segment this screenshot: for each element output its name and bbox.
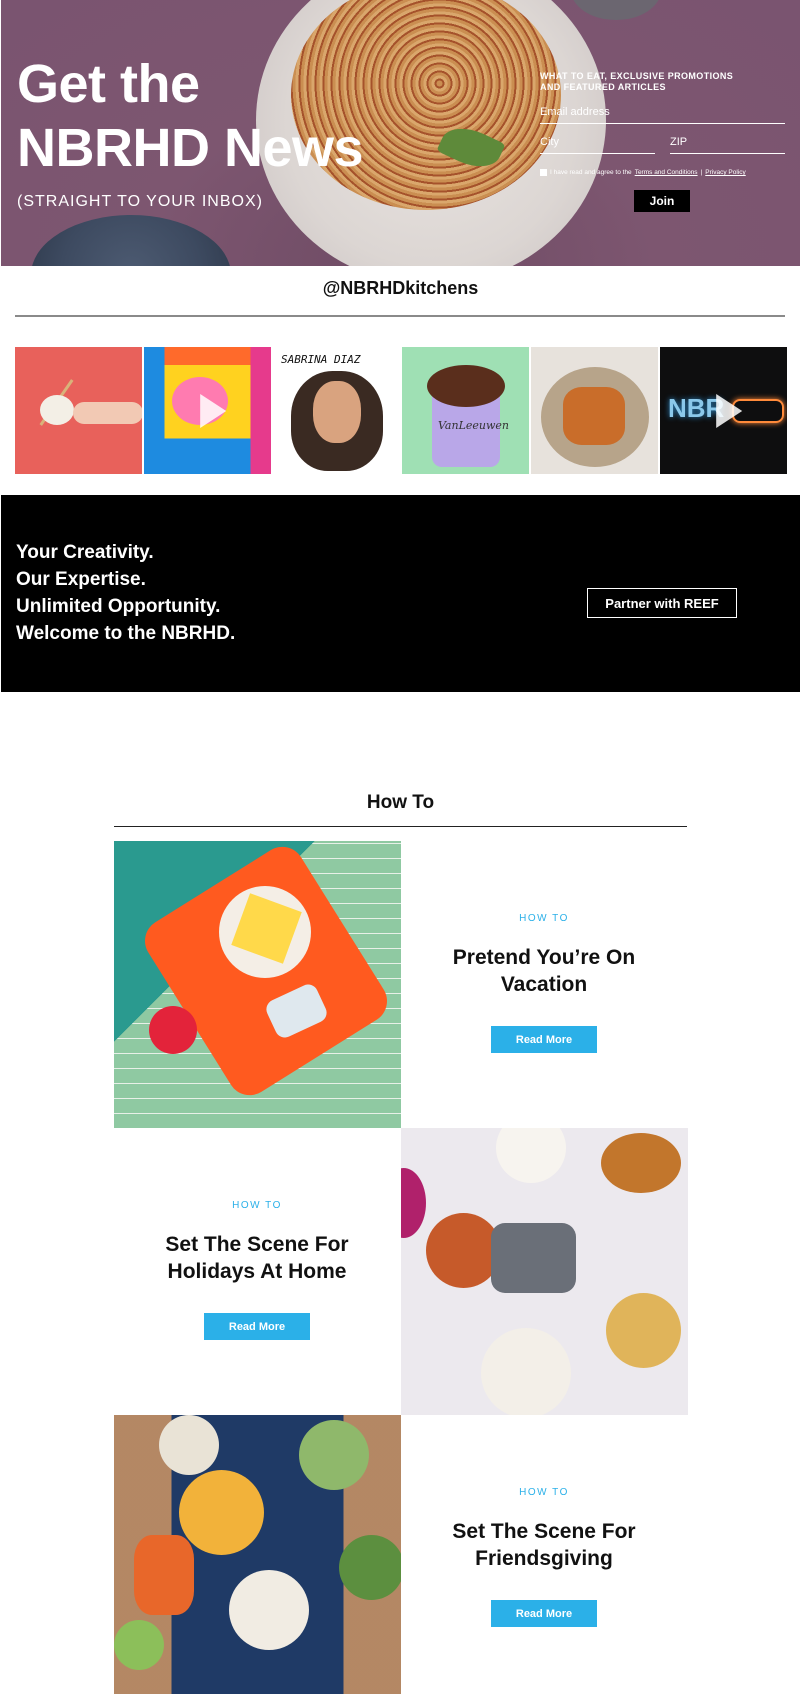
instagram-tile-poster[interactable] bbox=[144, 347, 271, 474]
promo-line: Your Creativity. bbox=[16, 542, 154, 563]
article-title[interactable]: Set The Scene For Friendsgiving bbox=[421, 1518, 667, 1572]
article-category: HOW TO bbox=[519, 1487, 569, 1498]
hero-title-line2: NBRHD News bbox=[17, 118, 364, 178]
social-divider bbox=[15, 315, 785, 317]
article-title[interactable]: Pretend You’re On Vacation bbox=[421, 944, 667, 998]
article-category: HOW TO bbox=[232, 1200, 282, 1211]
email-field[interactable] bbox=[540, 104, 785, 124]
sliders-tray-image bbox=[491, 1223, 576, 1293]
cup-image bbox=[571, 0, 661, 20]
terms-separator: | bbox=[700, 169, 703, 176]
icecream-scoop-image bbox=[427, 365, 505, 407]
flowers-image bbox=[401, 1168, 426, 1238]
terms-checkbox[interactable] bbox=[540, 169, 547, 176]
terms-agreement: I have read and agree to the Terms and C… bbox=[540, 169, 746, 176]
promo-line: Welcome to the NBRHD. bbox=[16, 623, 236, 644]
face-illustration bbox=[313, 381, 361, 443]
vacation-image[interactable] bbox=[114, 841, 401, 1128]
play-icon[interactable] bbox=[199, 393, 226, 428]
hand-image bbox=[73, 402, 142, 424]
article-category: HOW TO bbox=[519, 913, 569, 924]
privacy-link[interactable]: Privacy Policy bbox=[705, 169, 745, 176]
fish-plate-image bbox=[229, 1570, 309, 1650]
read-more-button[interactable]: Read More bbox=[204, 1313, 310, 1340]
city-field[interactable] bbox=[540, 134, 655, 154]
dumpling-image bbox=[40, 395, 74, 425]
soup-image bbox=[299, 1420, 369, 1490]
terms-agree-text: I have read and agree to the bbox=[550, 169, 632, 176]
instagram-feed: SABRINA DIAZ VanLeeuwen NBR bbox=[15, 347, 787, 474]
article-card: HOW TO Set The Scene For Friendsgiving R… bbox=[401, 1415, 687, 1694]
promo-line: Our Expertise. bbox=[16, 569, 146, 590]
side-plate-image bbox=[31, 215, 231, 266]
promo-text: Your Creativity. Our Expertise. Unlimite… bbox=[16, 539, 235, 647]
hero-title-line1: Get the bbox=[17, 54, 200, 114]
newsletter-form: WHAT TO EAT, EXCLUSIVE PROMOTIONS AND FE… bbox=[540, 71, 785, 212]
salad-plate-image bbox=[179, 1470, 264, 1555]
read-more-button[interactable]: Read More bbox=[491, 1026, 597, 1053]
terms-link[interactable]: Terms and Conditions bbox=[635, 169, 698, 176]
instagram-handle[interactable]: @NBRHDkitchens bbox=[0, 278, 801, 299]
instagram-tile-neon[interactable]: NBR bbox=[660, 347, 787, 474]
instagram-tile-dumpling[interactable] bbox=[15, 347, 142, 474]
join-button[interactable]: Join bbox=[634, 190, 690, 212]
fries-image bbox=[606, 1293, 681, 1368]
kicker-line2: AND FEATURED ARTICLES bbox=[540, 82, 666, 92]
promo-line: Unlimited Opportunity. bbox=[16, 596, 221, 617]
plate-image bbox=[496, 1128, 566, 1183]
friendsgiving-image[interactable] bbox=[114, 1415, 401, 1694]
section-divider bbox=[114, 826, 687, 827]
hero-subtitle: (STRAIGHT TO YOUR INBOX) bbox=[17, 193, 263, 210]
zip-field[interactable] bbox=[670, 134, 785, 154]
drink-image bbox=[149, 1006, 197, 1054]
greens-image bbox=[339, 1535, 401, 1600]
wings-image bbox=[426, 1213, 501, 1288]
instagram-tile-burgers[interactable] bbox=[531, 347, 658, 474]
dish-image bbox=[601, 1133, 681, 1193]
instagram-tile-icecream[interactable]: VanLeeuwen bbox=[402, 347, 529, 474]
article-card: HOW TO Pretend You’re On Vacation Read M… bbox=[401, 841, 687, 1128]
plate-image bbox=[159, 1415, 219, 1475]
play-icon[interactable] bbox=[715, 393, 742, 428]
green-soup-image bbox=[114, 1620, 164, 1670]
sabrina-caption: SABRINA DIAZ bbox=[281, 353, 361, 366]
fries-image bbox=[134, 1535, 194, 1615]
instagram-tile-sabrina[interactable]: SABRINA DIAZ bbox=[273, 347, 400, 474]
hero-title: Get the NBRHD News bbox=[17, 52, 364, 180]
kicker-line1: WHAT TO EAT, EXCLUSIVE PROMOTIONS bbox=[540, 71, 734, 81]
article-title[interactable]: Set The Scene For Holidays At Home bbox=[134, 1231, 380, 1285]
burgers-image bbox=[563, 387, 625, 445]
partner-promo: Your Creativity. Our Expertise. Unlimite… bbox=[1, 495, 800, 692]
section-title: How To bbox=[366, 792, 435, 813]
holidays-table-image[interactable] bbox=[401, 1128, 688, 1415]
partner-button[interactable]: Partner with REEF bbox=[587, 588, 737, 618]
article-card: HOW TO Set The Scene For Holidays At Hom… bbox=[114, 1128, 400, 1415]
icecream-brand: VanLeeuwen bbox=[438, 419, 509, 432]
newsletter-kicker: WHAT TO EAT, EXCLUSIVE PROMOTIONS AND FE… bbox=[540, 71, 785, 93]
newsletter-hero: Get the NBRHD News (STRAIGHT TO YOUR INB… bbox=[1, 0, 800, 266]
read-more-button[interactable]: Read More bbox=[491, 1600, 597, 1627]
burger-plate-image bbox=[481, 1328, 571, 1415]
